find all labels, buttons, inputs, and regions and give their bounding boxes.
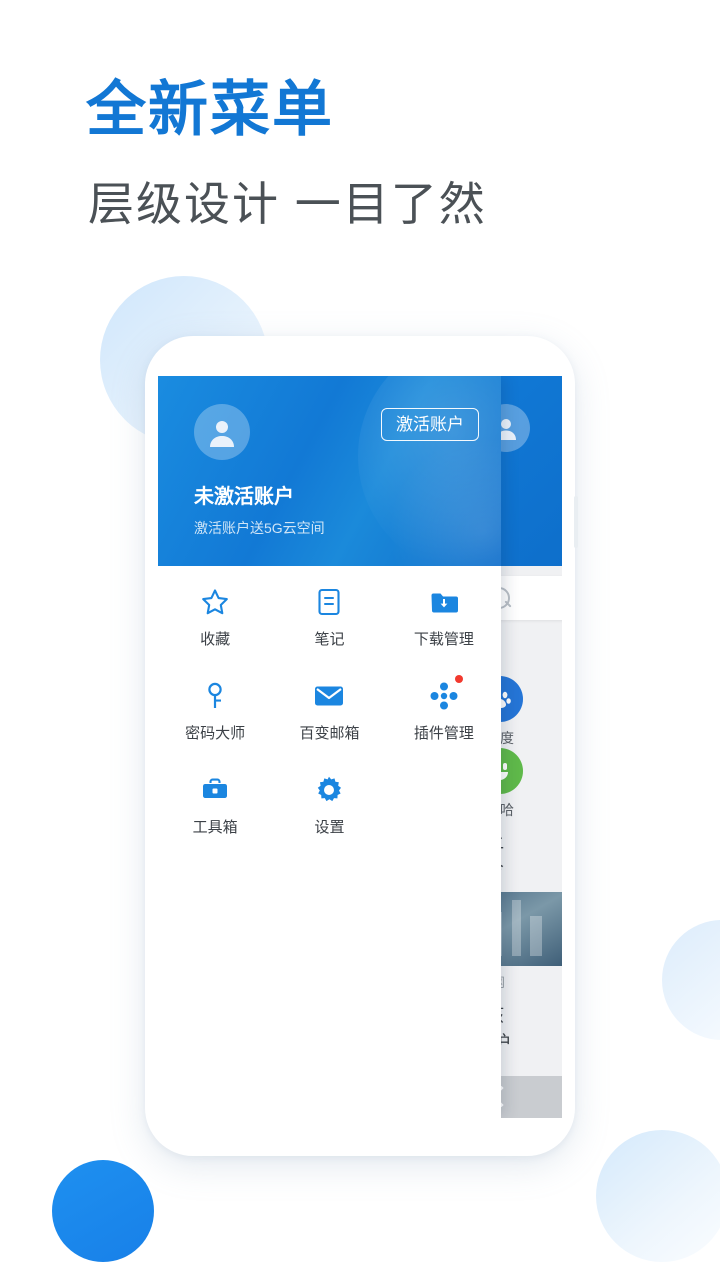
promo-screenshot: 全新菜单 层级设计 一目了然 激活账户 未激活账户 激活账户送5G云空间 收藏 … [0,0,720,1280]
menu-item-settings[interactable]: 设置 [272,754,386,848]
menu-item-label: 工具箱 [192,819,238,836]
decorative-blob-bottom-left [52,1160,154,1262]
menu-item-favorites[interactable]: 收藏 [158,566,272,660]
menu-header: 激活账户 未激活账户 激活账户送5G云空间 [158,376,501,566]
key-icon [158,678,272,714]
menu-item-plugins[interactable]: 插件管理 [387,660,501,754]
phone-screen: 百度 哈哈 曾让 如今 [158,376,562,1118]
mail-icon [272,678,386,714]
menu-item-label: 下载管理 [413,631,474,648]
menu-item-password-master[interactable]: 密码大师 [158,660,272,754]
gear-icon [272,772,386,808]
download-folder-icon [387,584,501,620]
toolbox-icon [158,772,272,808]
menu-item-toolbox[interactable]: 工具箱 [158,754,272,848]
user-avatar-icon [206,416,238,448]
menu-item-label: 百变邮箱 [299,725,360,742]
note-icon [272,584,386,620]
menu-panel: 激活账户 未激活账户 激活账户送5G云空间 收藏 笔记 下载管理 密码大师 百变… [158,376,501,1118]
menu-item-label: 设置 [314,819,345,836]
menu-item-label: 收藏 [200,631,231,648]
menu-item-downloads[interactable]: 下载管理 [387,566,501,660]
menu-item-label: 笔记 [314,631,345,648]
menu-item-mail[interactable]: 百变邮箱 [272,660,386,754]
menu-grid-row: 收藏 笔记 下载管理 [158,566,501,660]
menu-grid-empty-cell [387,754,501,848]
phone-mockup: 百度 哈哈 曾让 如今 [145,336,578,1156]
menu-grid-row: 工具箱 设置 [158,754,501,848]
phone-power-button [574,496,578,548]
plugin-icon [387,678,501,714]
account-name: 未激活账户 [194,486,294,508]
promo-headline: 全新菜单 [86,76,334,143]
star-icon [158,584,272,620]
menu-item-notes[interactable]: 笔记 [272,566,386,660]
menu-item-label: 插件管理 [413,725,474,742]
promo-subheadline: 层级设计 一目了然 [88,178,487,230]
menu-grid-row: 密码大师 百变邮箱 插件管理 [158,660,501,754]
account-subtitle: 激活账户送5G云空间 [194,520,325,536]
menu-item-label: 密码大师 [185,725,246,742]
avatar[interactable] [194,404,250,460]
menu-grid: 收藏 笔记 下载管理 密码大师 百变邮箱 插件管理 工具箱 设置 [158,566,501,848]
decorative-blob-right-edge [662,920,720,1040]
activate-account-button[interactable]: 激活账户 [381,408,479,441]
decorative-blob-bottom-right [596,1130,720,1262]
status-badge [454,675,463,683]
